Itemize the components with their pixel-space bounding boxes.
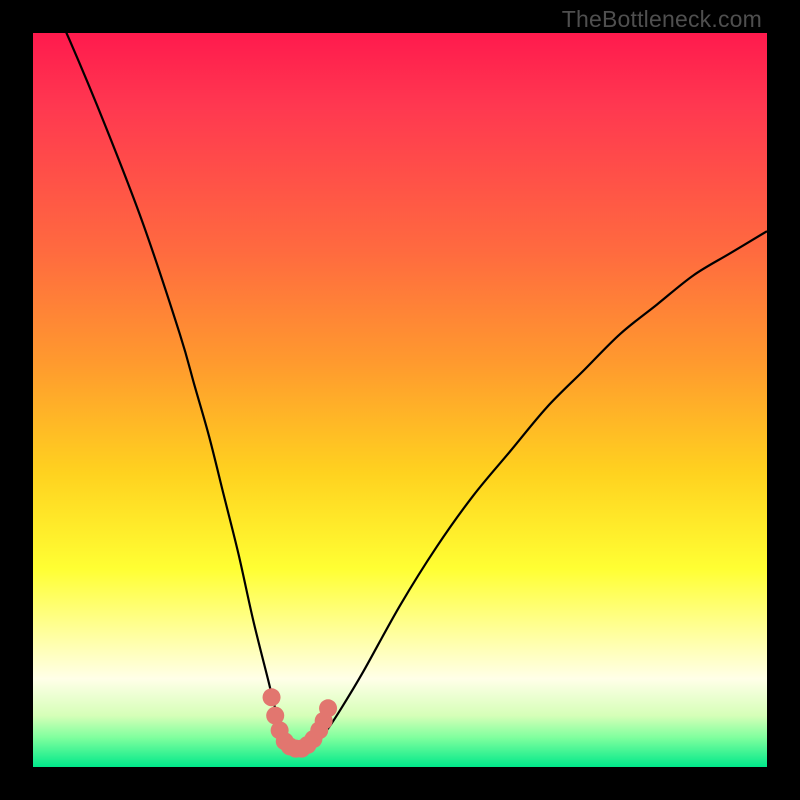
sweet-spot-marker (263, 688, 281, 706)
watermark-text: TheBottleneck.com (562, 6, 762, 33)
curve-layer (33, 33, 767, 767)
bottleneck-curve (33, 33, 767, 753)
sweet-spot-markers (263, 688, 338, 757)
sweet-spot-marker (319, 699, 337, 717)
chart-frame: TheBottleneck.com (0, 0, 800, 800)
plot-area (33, 33, 767, 767)
bottleneck-curve-path (33, 33, 767, 753)
